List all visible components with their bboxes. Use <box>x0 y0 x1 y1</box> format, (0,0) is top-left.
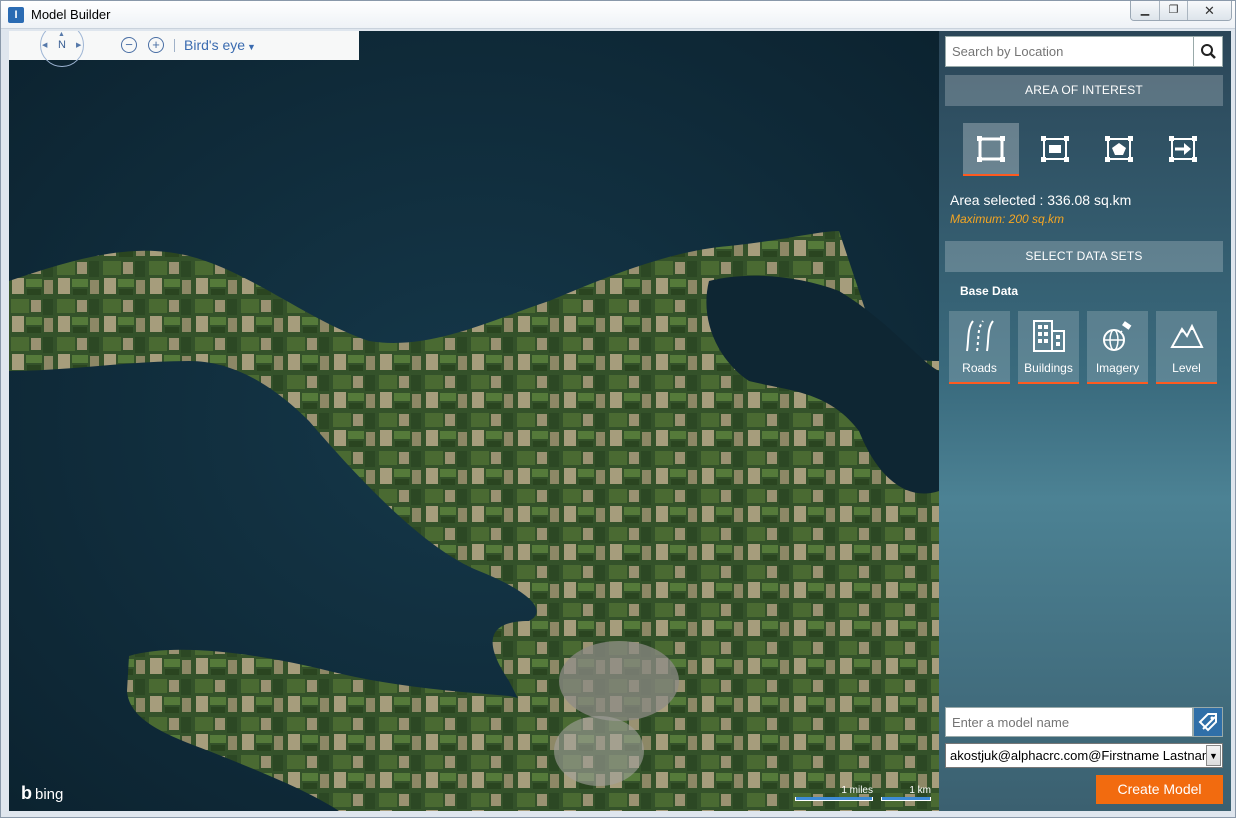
dataset-roads-label: Roads <box>962 361 997 375</box>
polygon-select-icon <box>1105 136 1133 162</box>
compass-control[interactable]: ▲ ◀ ▶ N <box>39 31 85 67</box>
zoom-in-icon[interactable]: + <box>148 37 164 53</box>
bing-logo: b bing <box>21 783 64 803</box>
search-icon <box>1201 44 1216 59</box>
rectangle-select-button[interactable] <box>963 123 1019 176</box>
view-mode-label: Bird's eye <box>184 37 246 53</box>
user-account-value: akostjuk@alphacrc.com@Firstname Lastname <box>950 748 1220 763</box>
scale-km-bar <box>881 797 931 801</box>
satellite-imagery <box>9 31 939 811</box>
model-name-input[interactable] <box>945 707 1193 737</box>
rectangle-inset-icon <box>1041 136 1069 162</box>
pan-left-icon[interactable]: ◀ <box>42 41 47 49</box>
area-of-interest-header: AREA OF INTEREST <box>945 75 1223 106</box>
buildings-icon <box>1033 320 1065 352</box>
rectangle-select-icon <box>977 136 1005 162</box>
view-mode-dropdown[interactable]: Bird's eye ▼ <box>184 37 256 53</box>
import-area-icon <box>1169 136 1197 162</box>
map-toolbar: ▲ ◀ ▶ N − + Bird's eye ▼ <box>9 31 359 67</box>
roads-icon <box>966 320 994 352</box>
app-window: I Model Builder ▁ ❐ ✕ ▲ ◀ ▶ N − + Bird's… <box>0 0 1236 818</box>
toolbar-divider <box>174 39 175 52</box>
dataset-level-label: Level <box>1172 361 1201 375</box>
compass-north-label: N <box>58 39 66 51</box>
window-title: Model Builder <box>31 7 111 22</box>
window-controls: ▁ ❐ ✕ <box>1130 1 1232 21</box>
scale-miles: 1 miles <box>795 785 873 801</box>
chevron-down-icon: ▼ <box>247 42 256 52</box>
import-area-button[interactable] <box>1155 123 1211 176</box>
edit-tag-icon <box>1198 713 1217 732</box>
create-model-button[interactable]: Create Model <box>1096 775 1223 804</box>
search-button[interactable] <box>1193 36 1223 67</box>
scale-km-label: 1 km <box>909 785 931 796</box>
zoom-out-icon[interactable]: − <box>121 37 137 53</box>
level-icon <box>1170 323 1204 348</box>
scale-miles-bar <box>795 797 873 801</box>
dataset-buildings-label: Buildings <box>1024 361 1073 375</box>
app-icon: I <box>8 7 24 23</box>
pan-up-icon[interactable]: ▲ <box>58 31 65 38</box>
scale-km: 1 km <box>881 785 931 801</box>
map-view[interactable]: ▲ ◀ ▶ N − + Bird's eye ▼ b bing 1 miles 1 … <box>9 31 939 811</box>
model-name-action-button[interactable] <box>1193 707 1223 737</box>
rectangle-inset-button[interactable] <box>1027 123 1083 176</box>
area-maximum-warning: Maximum: 200 sq.km <box>950 212 1065 226</box>
area-selected-text: Area selected : 336.08 sq.km <box>950 192 1132 208</box>
bing-logo-text: bing <box>35 786 64 803</box>
polygon-select-button[interactable] <box>1091 123 1147 176</box>
close-button[interactable]: ✕ <box>1187 1 1231 20</box>
dataset-roads-tile[interactable]: Roads <box>949 311 1010 384</box>
restore-button[interactable]: ❐ <box>1159 1 1187 20</box>
base-data-label: Base Data <box>960 284 1019 298</box>
dataset-imagery-tile[interactable]: Imagery <box>1087 311 1148 384</box>
title-bar: I Model Builder ▁ ❐ ✕ <box>1 1 1235 29</box>
pan-right-icon[interactable]: ▶ <box>76 41 81 49</box>
chevron-down-icon[interactable]: ▼ <box>1206 745 1221 766</box>
scale-miles-label: 1 miles <box>841 785 873 796</box>
imagery-icon <box>1103 321 1132 351</box>
user-account-select[interactable]: akostjuk@alphacrc.com@Firstname Lastname… <box>945 743 1223 768</box>
select-data-sets-header: SELECT DATA SETS <box>945 241 1223 272</box>
search-input[interactable] <box>945 36 1194 67</box>
side-panel: AREA OF INTEREST Area selected : 336.08 … <box>939 31 1231 811</box>
dataset-buildings-tile[interactable]: Buildings <box>1018 311 1079 384</box>
dataset-imagery-label: Imagery <box>1095 361 1140 375</box>
dataset-level-tile[interactable]: Level <box>1156 311 1217 384</box>
minimize-button[interactable]: ▁ <box>1131 1 1159 20</box>
